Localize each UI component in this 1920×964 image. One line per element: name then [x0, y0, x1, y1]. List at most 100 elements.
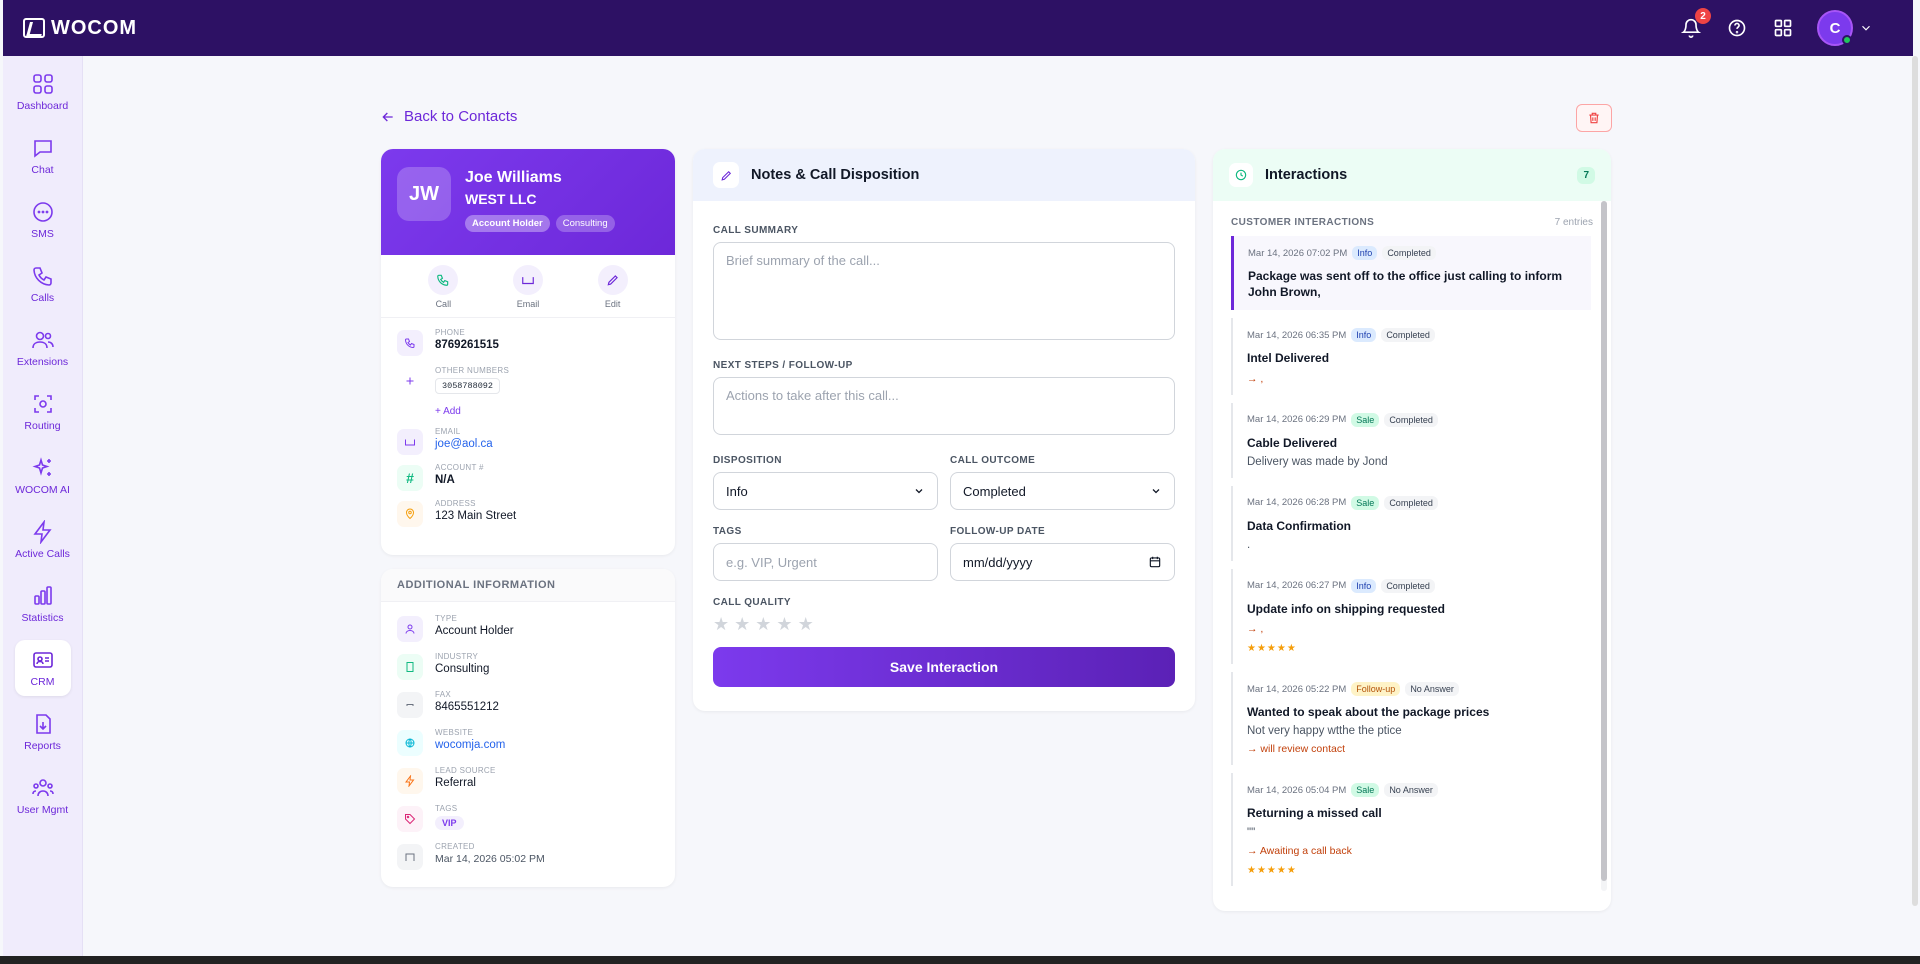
- contact-initials: JW: [397, 167, 451, 221]
- email-value[interactable]: joe@aol.ca: [435, 438, 493, 450]
- star-icon[interactable]: ★: [713, 614, 729, 635]
- apps-grid-icon[interactable]: [1771, 16, 1795, 40]
- entry-type-badge: Info: [1351, 578, 1377, 593]
- lead-source-field: LEAD SOURCE Referral: [381, 766, 675, 794]
- star-icon[interactable]: ★: [798, 614, 814, 635]
- contact-card: JW Joe Williams WEST LLC Account Holder …: [381, 149, 675, 555]
- interaction-entry[interactable]: Mar 14, 2026 06:28 PM Sale Completed Dat…: [1231, 485, 1591, 561]
- other-number-chip[interactable]: 3058788092: [435, 378, 501, 394]
- back-to-contacts-link[interactable]: Back to Contacts: [380, 108, 517, 125]
- entry-time: Mar 14, 2026 06:28 PM: [1247, 497, 1347, 509]
- sidebar-item-extensions[interactable]: Extensions: [15, 320, 71, 376]
- entry-next-step: → ,: [1247, 623, 1264, 636]
- sidebar: Dashboard Chat SMS Calls Extensions Rout…: [3, 56, 83, 956]
- calendar-icon: [397, 844, 423, 870]
- disposition-select[interactable]: Info: [713, 472, 938, 510]
- sidebar-item-label: Chat: [31, 164, 54, 176]
- entry-type-badge: Follow-up: [1351, 682, 1401, 697]
- sidebar-item-label: Reports: [24, 740, 61, 752]
- avatar[interactable]: C: [1817, 10, 1853, 46]
- sidebar-item-routing[interactable]: Routing: [15, 384, 71, 440]
- sidebar-item-reports[interactable]: Reports: [15, 704, 71, 760]
- chevron-down-icon: [915, 489, 923, 494]
- star-icon[interactable]: ★: [755, 614, 771, 635]
- help-icon[interactable]: [1725, 16, 1749, 40]
- tags-input[interactable]: e.g. VIP, Urgent: [713, 543, 938, 581]
- calendar-icon[interactable]: [1148, 555, 1162, 569]
- user-menu[interactable]: C: [1817, 10, 1873, 46]
- entry-time: Mar 14, 2026 07:02 PM: [1248, 247, 1348, 259]
- sidebar-item-calls[interactable]: Calls: [15, 256, 71, 312]
- next-steps-textarea[interactable]: Actions to take after this call...: [713, 377, 1175, 435]
- call-action-button[interactable]: Call: [428, 265, 459, 309]
- sidebar-item-label: Statistics: [21, 612, 64, 624]
- interaction-entry[interactable]: Mar 14, 2026 06:35 PM Info Completed Int…: [1231, 318, 1591, 395]
- sidebar-item-user-mgmt[interactable]: User Mgmt: [15, 768, 71, 824]
- call-quality-label: CALL QUALITY: [713, 597, 791, 608]
- type-field: TYPE Account Holder: [381, 614, 675, 642]
- entry-status-badge: Completed: [1382, 246, 1436, 260]
- phone-value[interactable]: 8769261515: [435, 339, 499, 351]
- entry-title: Cable Delivered: [1247, 435, 1338, 450]
- edit-action-button[interactable]: Edit: [597, 265, 628, 309]
- download-icon: [35, 714, 51, 734]
- sidebar-item-crm[interactable]: CRM: [14, 640, 71, 696]
- sidebar-item-active-calls[interactable]: Active Calls: [15, 512, 71, 568]
- tags-placeholder: e.g. VIP, Urgent: [726, 554, 817, 570]
- interaction-entry[interactable]: Mar 14, 2026 06:29 PM Sale Completed Cab…: [1231, 402, 1591, 478]
- interactions-header: Interactions 7: [1213, 149, 1611, 201]
- star-icon[interactable]: ★: [776, 614, 792, 635]
- id-card-icon: [32, 652, 53, 668]
- address-field: ADDRESS 123 Main Street: [381, 499, 675, 527]
- website-link[interactable]: wocomja.com: [435, 739, 505, 751]
- disposition-value: Info: [726, 483, 748, 499]
- edit-action-label: Edit: [604, 299, 621, 309]
- disposition-label: DISPOSITION: [713, 455, 782, 466]
- location-pin-icon: [397, 501, 423, 527]
- address-value: 123 Main Street: [435, 510, 517, 522]
- routing-icon: [33, 395, 52, 413]
- type-label: TYPE: [435, 614, 458, 623]
- add-number-link[interactable]: + Add: [381, 406, 675, 417]
- save-interaction-button[interactable]: Save Interaction: [713, 647, 1175, 687]
- call-summary-textarea[interactable]: Brief summary of the call...: [713, 242, 1175, 340]
- email-action-button[interactable]: Email: [512, 265, 543, 309]
- follow-up-date-input[interactable]: mm/dd/yyyy: [950, 543, 1175, 581]
- interaction-entry[interactable]: Mar 14, 2026 05:04 PM Sale No Answer Ret…: [1231, 773, 1591, 886]
- other-numbers-field: OTHER NUMBERS 3058788092: [381, 366, 675, 394]
- entry-title: Intel Delivered: [1247, 351, 1330, 366]
- page-scrollbar[interactable]: [1912, 56, 1918, 906]
- sidebar-item-wocom-ai[interactable]: WOCOM AI: [15, 448, 71, 504]
- fax-icon: [397, 692, 423, 718]
- sidebar-item-chat[interactable]: Chat: [15, 128, 71, 184]
- mail-icon: [512, 265, 543, 295]
- interaction-entry[interactable]: Mar 14, 2026 05:22 PM Follow-up No Answe…: [1231, 672, 1591, 766]
- call-outcome-select[interactable]: Completed: [950, 472, 1175, 510]
- notes-title: Notes & Call Disposition: [751, 167, 920, 183]
- logo[interactable]: WOCOM: [23, 17, 137, 40]
- star-icon[interactable]: ★: [734, 614, 750, 635]
- delete-contact-button[interactable]: [1576, 104, 1612, 132]
- tags-label: TAGS: [713, 526, 742, 537]
- sidebar-item-sms[interactable]: SMS: [15, 192, 71, 248]
- sidebar-item-statistics[interactable]: Statistics: [15, 576, 71, 632]
- interactions-count-badge: 7: [1577, 166, 1595, 184]
- entry-status-badge: Completed: [1381, 578, 1435, 593]
- interaction-entry[interactable]: Mar 14, 2026 07:02 PM Info Completed Pac…: [1231, 236, 1591, 311]
- interaction-entry[interactable]: Mar 14, 2026 06:27 PM Info Completed Upd…: [1231, 568, 1591, 665]
- bell-icon[interactable]: 2: [1679, 8, 1711, 40]
- entry-status-badge: Completed: [1381, 328, 1435, 343]
- call-quality-rating[interactable]: ★ ★ ★ ★ ★: [713, 614, 1175, 635]
- account-holder-chip: Account Holder: [465, 215, 550, 232]
- follow-up-date-label: FOLLOW-UP DATE: [950, 526, 1046, 537]
- phone-field: PHONE 8769261515: [381, 328, 675, 356]
- sidebar-item-dashboard[interactable]: Dashboard: [15, 64, 71, 120]
- online-status-dot: [1842, 35, 1852, 45]
- contact-name: Joe Williams: [465, 169, 562, 186]
- entry-next-step: → will review contact: [1247, 743, 1346, 756]
- entry-status-badge: Completed: [1384, 495, 1438, 510]
- chevron-down-icon[interactable]: [1859, 21, 1873, 35]
- call-outcome-value: Completed: [963, 483, 1026, 499]
- plus-icon[interactable]: [397, 368, 423, 394]
- interactions-scrollbar-thumb[interactable]: [1601, 201, 1607, 881]
